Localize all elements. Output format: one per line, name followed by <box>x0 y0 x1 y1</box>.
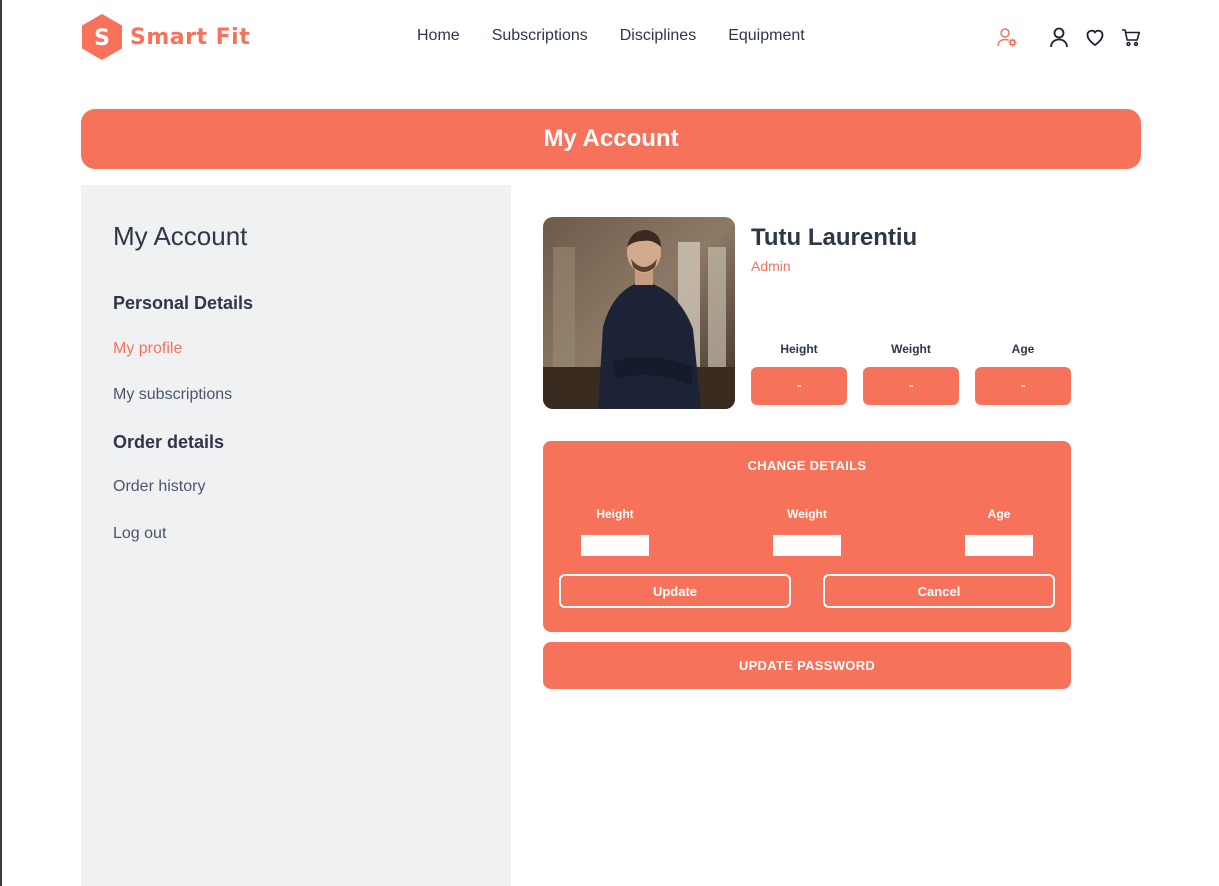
sidebar-title: My Account <box>113 221 248 251</box>
age-label: Age <box>1011 342 1035 356</box>
page-banner: My Account <box>81 109 1141 169</box>
personal-details-heading: Personal Details <box>113 293 254 313</box>
user-icon[interactable] <box>1048 26 1070 48</box>
profile-role: Admin <box>751 258 791 274</box>
profile-name: Tutu Laurentiu <box>751 224 918 251</box>
nav-home[interactable]: Home <box>417 27 460 45</box>
weight-field-label: Weight <box>787 507 827 521</box>
logo-hexagon-icon: S <box>81 13 123 61</box>
nav-equipment[interactable]: Equipment <box>728 27 805 45</box>
header-actions <box>996 26 1146 50</box>
nav-subscriptions[interactable]: Subscriptions <box>492 27 588 45</box>
order-details-heading: Order details <box>113 432 225 452</box>
sidebar-item-my-subscriptions[interactable]: My subscriptions <box>113 386 232 404</box>
weight-value: - <box>863 367 959 405</box>
account-sidebar: My Account Personal Details My profile M… <box>81 185 511 886</box>
brand-logo[interactable]: S Smart Fit <box>81 13 250 61</box>
weight-label: Weight <box>891 342 931 356</box>
heart-icon[interactable] <box>1084 26 1106 48</box>
sidebar-item-my-profile[interactable]: My profile <box>113 340 182 358</box>
change-details-panel: CHANGE DETAILS Height Weight Age Update … <box>543 441 1071 632</box>
nav-disciplines[interactable]: Disciplines <box>620 27 696 45</box>
height-label: Height <box>780 342 818 356</box>
page-title: My Account <box>543 125 679 152</box>
cart-icon[interactable] <box>1120 26 1142 48</box>
user-settings-icon[interactable] <box>996 26 1018 48</box>
sidebar-item-logout[interactable]: Log out <box>113 525 166 543</box>
main-nav: Home Subscriptions Disciplines Equipment <box>417 27 837 45</box>
profile-photo <box>543 217 735 409</box>
window-edge <box>0 0 2 886</box>
brand-name: Smart Fit <box>130 24 251 50</box>
age-field-label: Age <box>987 507 1011 521</box>
height-field-label: Height <box>596 507 634 521</box>
weight-input[interactable] <box>773 535 841 556</box>
logo-letter: S <box>94 26 110 51</box>
age-value: - <box>975 367 1071 405</box>
update-password-button[interactable]: UPDATE PASSWORD <box>543 642 1071 689</box>
update-button[interactable]: Update <box>559 574 791 608</box>
height-value: - <box>751 367 847 405</box>
height-input[interactable] <box>581 535 649 556</box>
change-details-title: CHANGE DETAILS <box>747 458 867 473</box>
age-input[interactable] <box>965 535 1033 556</box>
cancel-button[interactable]: Cancel <box>823 574 1055 608</box>
sidebar-item-order-history[interactable]: Order history <box>113 478 205 496</box>
